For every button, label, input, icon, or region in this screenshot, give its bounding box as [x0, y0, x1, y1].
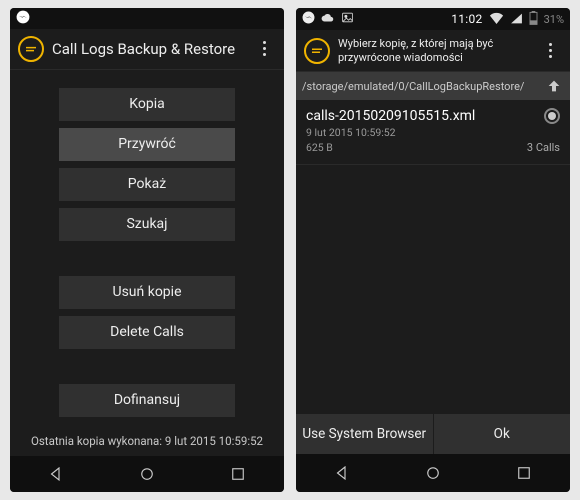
delete-copies-button[interactable]: Usuń kopie — [59, 276, 235, 309]
show-button[interactable]: Pokaż — [59, 168, 235, 201]
app-logo-icon — [18, 36, 44, 62]
file-size: 625 B — [306, 141, 475, 154]
restore-button[interactable]: Przywróć — [59, 128, 235, 161]
messenger-icon — [302, 11, 315, 27]
battery-percent: 31% — [544, 13, 564, 26]
phone-left: Call Logs Backup & Restore Kopia Przywró… — [10, 8, 284, 492]
copy-button[interactable]: Kopia — [59, 88, 235, 121]
donate-button[interactable]: Dofinansuj — [59, 384, 235, 417]
app-title: Wybierz kopię, z której mają być przywró… — [338, 37, 530, 65]
overflow-menu-icon[interactable] — [252, 37, 276, 61]
nav-recent-icon[interactable] — [514, 463, 534, 483]
status-time: 11:02 — [451, 12, 482, 26]
file-call-count: 3 Calls — [527, 141, 560, 154]
ok-button[interactable]: Ok — [434, 414, 571, 454]
system-browser-button[interactable]: Use System Browser — [296, 414, 433, 454]
path-text: /storage/emulated/0/CallLogBackupRestore… — [302, 80, 524, 93]
status-bar: 11:02 31% — [296, 8, 570, 30]
search-button[interactable]: Szukaj — [59, 208, 235, 241]
nav-home-icon[interactable] — [137, 464, 157, 484]
last-backup-text: Ostatnia kopia wykonana: 9 lut 2015 10:5… — [31, 434, 263, 448]
status-bar — [10, 8, 284, 29]
app-title: Call Logs Backup & Restore — [52, 40, 244, 58]
messenger-icon — [16, 10, 30, 27]
delete-calls-button[interactable]: Delete Calls — [59, 316, 235, 349]
app-bar: Wybierz kopię, z której mają być przywró… — [296, 30, 570, 72]
nav-recent-icon[interactable] — [228, 464, 248, 484]
file-radio[interactable] — [544, 108, 560, 124]
bottom-actions: Use System Browser Ok — [296, 414, 570, 454]
signal-icon — [510, 12, 523, 27]
nav-home-icon[interactable] — [423, 463, 443, 483]
file-list-empty — [296, 165, 570, 414]
main-menu: Kopia Przywróć Pokaż Szukaj Usuń kopie D… — [10, 70, 284, 456]
battery-icon — [529, 11, 538, 28]
cloud-icon — [321, 11, 335, 28]
picture-icon — [341, 11, 354, 27]
file-name: calls-20150209105515.xml — [306, 108, 475, 124]
nav-bar — [10, 456, 284, 493]
app-bar: Call Logs Backup & Restore — [10, 29, 284, 69]
overflow-menu-icon[interactable] — [538, 39, 562, 63]
wifi-icon — [489, 12, 504, 27]
file-date: 9 lut 2015 10:59:52 — [306, 126, 475, 139]
path-bar: /storage/emulated/0/CallLogBackupRestore… — [296, 72, 570, 100]
nav-back-icon[interactable] — [46, 464, 66, 484]
nav-bar — [296, 454, 570, 492]
nav-back-icon[interactable] — [332, 463, 352, 483]
phone-right: 11:02 31% Wybierz kopię, z której mają b… — [296, 8, 570, 492]
app-logo-icon — [304, 38, 330, 64]
folder-up-icon[interactable] — [544, 76, 564, 96]
file-row[interactable]: calls-20150209105515.xml 9 lut 2015 10:5… — [296, 100, 570, 165]
